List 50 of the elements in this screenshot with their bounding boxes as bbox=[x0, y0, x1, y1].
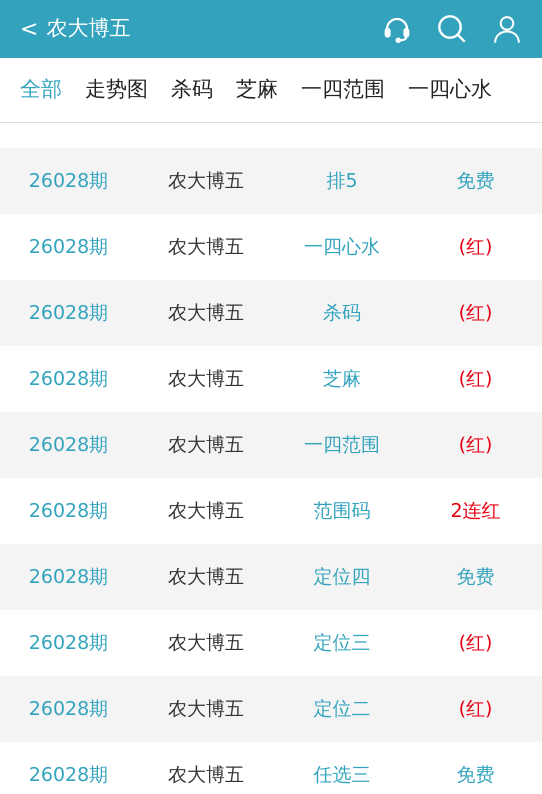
type-link[interactable]: 定位二 bbox=[275, 694, 409, 724]
expert-cell-text: 农大博五 bbox=[167, 234, 245, 260]
category-tab[interactable]: 芝麻 bbox=[236, 74, 278, 106]
type-link[interactable]: 任选三 bbox=[275, 760, 409, 790]
expert-cell-text: 农大博五 bbox=[167, 366, 245, 392]
page-title: 农大博五 bbox=[46, 15, 130, 42]
expert-cell-text: 农大博五 bbox=[167, 168, 245, 194]
type-link[interactable]: 杀码 bbox=[275, 298, 409, 328]
result-cell-text: (红) bbox=[458, 630, 494, 656]
type-link[interactable]: 一四范围 bbox=[275, 430, 409, 460]
type-link[interactable]: 定位四 bbox=[275, 562, 409, 592]
expert-cell-text: 农大博五 bbox=[167, 498, 245, 524]
result-cell-text: 免费 bbox=[456, 168, 496, 194]
result-cell-text: 2连红 bbox=[449, 498, 502, 524]
type-link[interactable]: 范围码 bbox=[275, 496, 409, 526]
type-link[interactable]: 排5 bbox=[275, 166, 409, 196]
expert-cell-text: 农大博五 bbox=[167, 696, 245, 722]
search-icon[interactable] bbox=[436, 13, 468, 45]
period-cell-text: 26028期 bbox=[28, 498, 110, 524]
result-cell-text: 免费 bbox=[456, 762, 496, 788]
category-tab[interactable]: 一四心水 bbox=[408, 74, 492, 106]
result-cell-text: (红) bbox=[458, 300, 494, 326]
expert-cell-text: 农大博五 bbox=[167, 762, 245, 788]
period-cell-text: 26028期 bbox=[28, 630, 110, 656]
period-cell-text: 26028期 bbox=[28, 564, 110, 590]
category-tab[interactable]: 走势图 bbox=[85, 74, 148, 106]
result-cell-text: (红) bbox=[458, 696, 494, 722]
expert-cell-text: 农大博五 bbox=[167, 300, 245, 326]
expert-cell-text: 农大博五 bbox=[167, 630, 245, 656]
period-cell-text: 26028期 bbox=[28, 234, 110, 260]
expert-cell-text: 农大博五 bbox=[167, 432, 245, 458]
result-cell-text: (红) bbox=[458, 432, 494, 458]
period-cell-text: 26028期 bbox=[28, 366, 110, 392]
category-tab[interactable]: 杀码 bbox=[171, 74, 213, 106]
back-button[interactable]: < bbox=[20, 12, 38, 46]
type-link[interactable]: 定位三 bbox=[275, 628, 409, 658]
period-cell-text: 26028期 bbox=[28, 762, 110, 788]
period-cell-text: 26028期 bbox=[28, 300, 110, 326]
period-cell-text: 26028期 bbox=[28, 432, 110, 458]
result-cell-text: 免费 bbox=[456, 564, 496, 590]
period-cell-text: 26028期 bbox=[28, 168, 110, 194]
result-cell-text: (红) bbox=[458, 366, 494, 392]
category-tab[interactable]: 一四范围 bbox=[301, 74, 385, 106]
user-icon[interactable] bbox=[492, 14, 522, 44]
period-cell-text: 26028期 bbox=[28, 696, 110, 722]
category-tab[interactable]: 全部 bbox=[20, 74, 62, 106]
type-link[interactable]: 一四心水 bbox=[275, 232, 409, 262]
result-cell-text: (红) bbox=[458, 234, 494, 260]
type-link[interactable]: 芝麻 bbox=[275, 364, 409, 394]
expert-cell-text: 农大博五 bbox=[167, 564, 245, 590]
